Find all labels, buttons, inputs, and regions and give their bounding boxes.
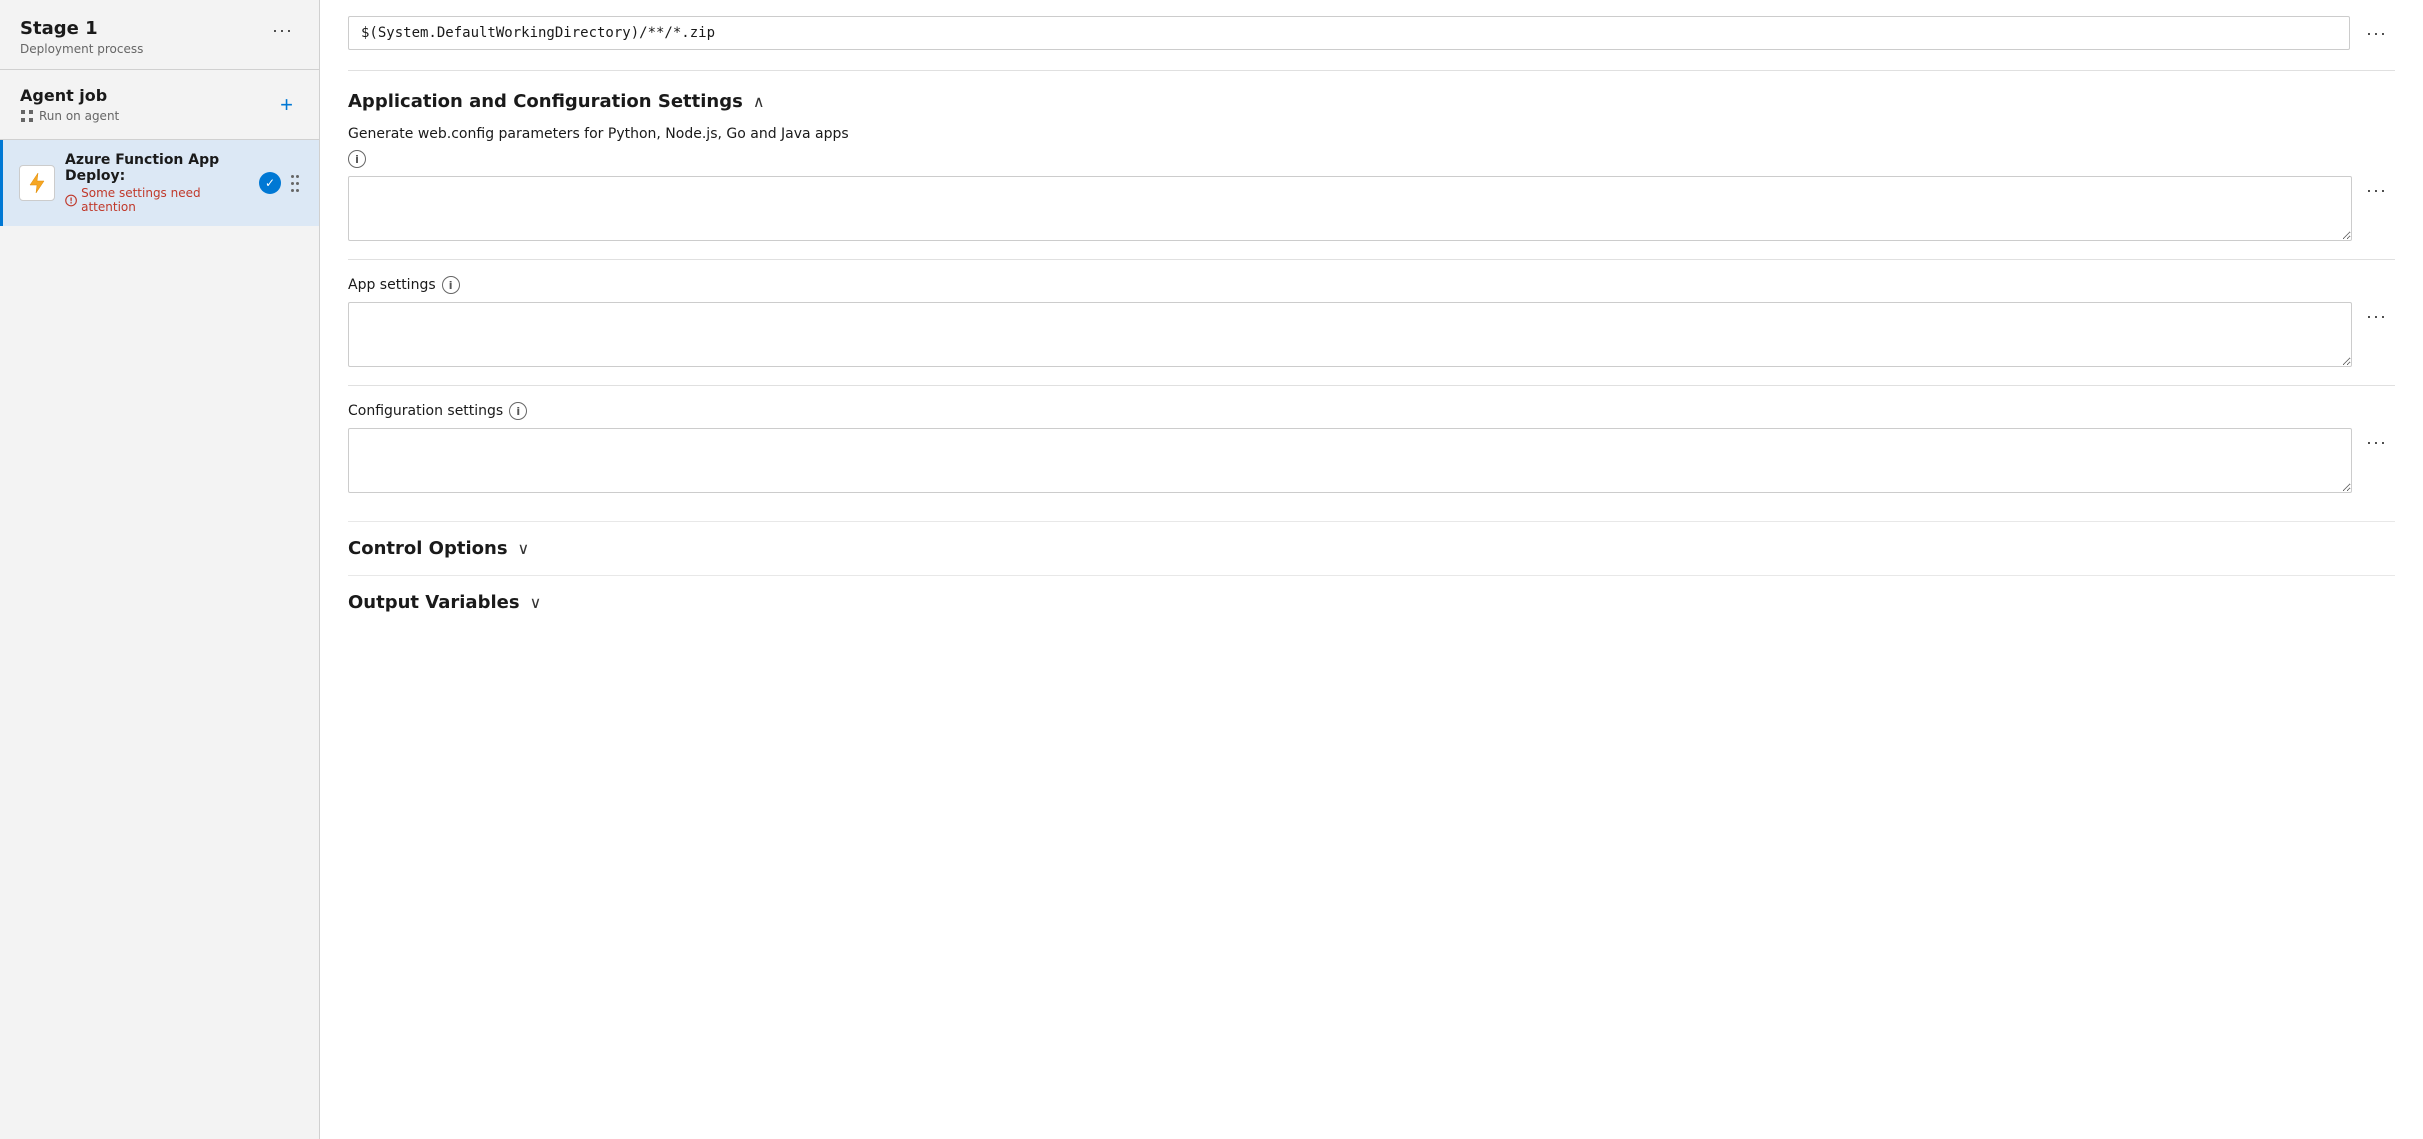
- task-item-left: Azure Function App Deploy: ! Some settin…: [19, 152, 247, 214]
- drag-dot: [291, 189, 294, 192]
- drag-dot: [291, 175, 294, 178]
- zip-path-input[interactable]: [348, 16, 2350, 50]
- drag-dots: [291, 175, 299, 192]
- drag-dot: [296, 182, 299, 185]
- output-variables-chevron: ∨: [530, 593, 542, 612]
- azure-function-icon: [19, 165, 55, 201]
- grid-icon: [20, 109, 34, 123]
- control-options-section: Control Options ∨: [348, 521, 2395, 575]
- config-settings-label: Configuration settings: [348, 403, 503, 419]
- config-settings-label-row: Configuration settings i: [348, 402, 2395, 420]
- stage-more-button[interactable]: ···: [266, 18, 299, 43]
- stage-subtitle: Deployment process: [20, 42, 143, 56]
- zip-more-button[interactable]: ···: [2358, 19, 2395, 48]
- web-config-info-row: i: [348, 150, 2395, 168]
- stage-title: Stage 1: [20, 18, 143, 39]
- add-task-button[interactable]: +: [274, 90, 299, 120]
- web-config-field: Generate web.config parameters for Pytho…: [348, 126, 2395, 241]
- top-input-row: ···: [348, 0, 2395, 71]
- agent-job-info: Agent job Run on agent: [20, 86, 119, 123]
- web-config-description: Generate web.config parameters for Pytho…: [348, 126, 849, 142]
- web-config-more-button[interactable]: ···: [2358, 176, 2395, 205]
- config-settings-textarea[interactable]: [348, 428, 2352, 493]
- task-title: Azure Function App Deploy:: [65, 152, 247, 184]
- output-variables-title: Output Variables: [348, 592, 520, 613]
- task-info: Azure Function App Deploy: ! Some settin…: [65, 152, 247, 214]
- config-settings-field: Configuration settings i ···: [348, 402, 2395, 493]
- run-on-agent-label: Run on agent: [39, 109, 119, 123]
- control-options-chevron: ∨: [518, 539, 530, 558]
- task-check-circle: [259, 172, 281, 194]
- config-settings-textarea-row: ···: [348, 428, 2395, 493]
- stage-header: Stage 1 Deployment process ···: [0, 0, 319, 70]
- drag-row-2: [291, 182, 299, 185]
- task-item-right: [259, 171, 303, 196]
- divider-2: [348, 385, 2395, 386]
- task-item[interactable]: Azure Function App Deploy: ! Some settin…: [0, 140, 319, 226]
- svg-text:!: !: [69, 196, 72, 205]
- app-config-chevron: ∧: [753, 92, 765, 111]
- web-config-textarea-row: ···: [348, 176, 2395, 241]
- web-config-info-icon[interactable]: i: [348, 150, 366, 168]
- stage-header-left: Stage 1 Deployment process: [20, 18, 143, 57]
- web-config-label: Generate web.config parameters for Pytho…: [348, 126, 2395, 142]
- drag-row-1: [291, 175, 299, 178]
- control-options-header[interactable]: Control Options ∨: [348, 538, 2395, 559]
- output-variables-section: Output Variables ∨: [348, 575, 2395, 629]
- web-config-textarea[interactable]: [348, 176, 2352, 241]
- drag-dot: [291, 182, 294, 185]
- divider-1: [348, 259, 2395, 260]
- app-config-section-title: Application and Configuration Settings: [348, 91, 743, 112]
- warning-icon: !: [65, 194, 77, 207]
- agent-job-meta: Run on agent: [20, 109, 119, 123]
- drag-row-3: [291, 189, 299, 192]
- config-settings-info-icon[interactable]: i: [509, 402, 527, 420]
- output-variables-header[interactable]: Output Variables ∨: [348, 592, 2395, 613]
- right-panel: ··· Application and Configuration Settin…: [320, 0, 2423, 1139]
- lightning-icon: [25, 171, 49, 195]
- app-settings-label-row: App settings i: [348, 276, 2395, 294]
- control-options-title: Control Options: [348, 538, 508, 559]
- config-settings-more-button[interactable]: ···: [2358, 428, 2395, 457]
- app-settings-textarea-row: ···: [348, 302, 2395, 367]
- drag-handle[interactable]: [287, 171, 303, 196]
- app-settings-textarea[interactable]: [348, 302, 2352, 367]
- app-settings-info-icon[interactable]: i: [442, 276, 460, 294]
- drag-dot: [296, 175, 299, 178]
- agent-job-title: Agent job: [20, 86, 119, 105]
- warning-text: Some settings need attention: [81, 186, 247, 214]
- agent-job-section: Agent job Run on agent +: [0, 70, 319, 140]
- drag-dot: [296, 189, 299, 192]
- app-config-section-header[interactable]: Application and Configuration Settings ∧: [348, 91, 2395, 112]
- left-panel: Stage 1 Deployment process ··· Agent job…: [0, 0, 320, 1139]
- app-config-section: Application and Configuration Settings ∧…: [348, 71, 2395, 521]
- app-settings-field: App settings i ···: [348, 276, 2395, 367]
- task-warning: ! Some settings need attention: [65, 186, 247, 214]
- app-settings-more-button[interactable]: ···: [2358, 302, 2395, 331]
- app-settings-label: App settings: [348, 277, 436, 293]
